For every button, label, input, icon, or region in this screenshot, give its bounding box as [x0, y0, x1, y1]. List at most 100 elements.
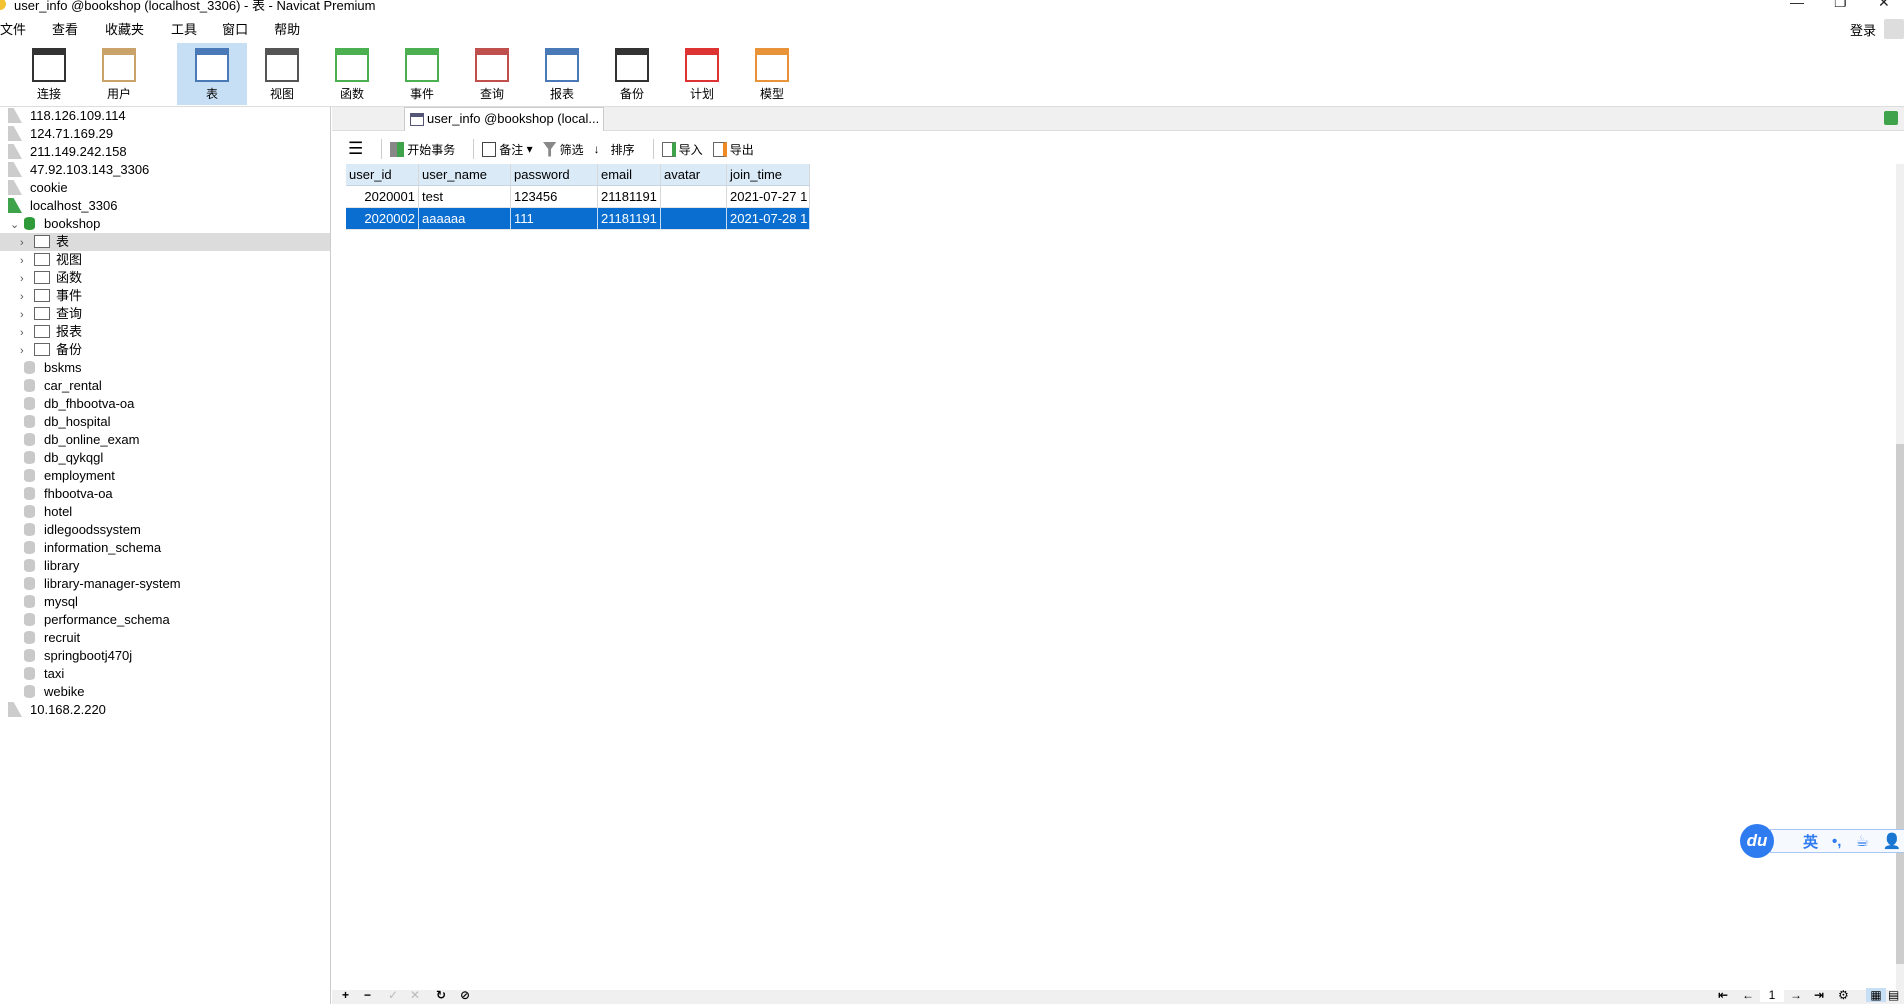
menu-help[interactable]: 帮助	[274, 19, 300, 38]
grid-view-button[interactable]: ▦	[1866, 988, 1886, 1002]
tree-database[interactable]: car_rental	[0, 377, 102, 395]
filter-button[interactable]: 筛选	[542, 141, 584, 158]
tree-database[interactable]: fhbootva-oa	[0, 485, 113, 503]
chevron-right-icon[interactable]: ›	[20, 234, 34, 252]
menu-view[interactable]: 查看	[52, 19, 78, 38]
tree-database[interactable]: employment	[0, 467, 115, 485]
ime-punctuation[interactable]: •,	[1832, 833, 1841, 850]
toolbar-report-button[interactable]: 报表	[527, 43, 597, 105]
row-marker[interactable]	[332, 186, 346, 208]
vertical-scrollbar[interactable]	[1896, 164, 1904, 990]
column-header-email[interactable]: email	[598, 164, 661, 186]
restore-button[interactable]: ❐	[1834, 0, 1847, 9]
table-header[interactable]: user_id user_name password email avatar join_…	[332, 164, 810, 186]
scrollbar-thumb[interactable]	[1896, 444, 1904, 964]
tree-database[interactable]: db_hospital	[0, 413, 111, 431]
discard-button[interactable]: ✕	[410, 988, 420, 1002]
table-cell[interactable]: test	[419, 186, 511, 208]
tree-folder[interactable]: › 查询	[0, 305, 82, 323]
chevron-right-icon[interactable]: ›	[20, 342, 34, 360]
column-header-user_id[interactable]: user_id	[346, 164, 419, 186]
tree-folder[interactable]: › 表	[0, 233, 330, 251]
delete-record-button[interactable]: −	[364, 988, 371, 1002]
import-button[interactable]: 导入	[661, 141, 703, 158]
connection-tree[interactable]: 118.126.109.114 124.71.169.29 211.149.242.…	[0, 107, 331, 1004]
table-row[interactable]: 2020001 test 123456 21181191 2021-07-27 1	[332, 186, 810, 208]
form-view-button[interactable]: ▤	[1888, 988, 1899, 1002]
export-button[interactable]: 导出	[712, 141, 754, 158]
toolbar-backup-button[interactable]: 备份	[597, 43, 667, 105]
minimize-button[interactable]: —	[1790, 0, 1804, 9]
menu-window[interactable]: 窗口	[222, 19, 248, 38]
tree-database-open[interactable]: ⌄ bookshop	[0, 215, 100, 233]
tree-database[interactable]: idlegoodssystem	[0, 521, 141, 539]
ime-bar[interactable]: 英 •, ☕ 👤 ▦	[1770, 829, 1904, 853]
menu-file[interactable]: 文件	[0, 19, 26, 38]
toolbar-user-button[interactable]: 用户	[84, 43, 154, 105]
add-record-button[interactable]: +	[342, 988, 349, 1002]
next-page-button[interactable]: →	[1790, 988, 1802, 1002]
table-cell[interactable]: 21181191	[598, 186, 661, 208]
tree-database[interactable]: db_online_exam	[0, 431, 139, 449]
login-link[interactable]: 登录	[1850, 20, 1876, 39]
table-cell[interactable]: 2021-07-28 1	[727, 208, 810, 230]
ime-cup-icon[interactable]: ☕	[1855, 832, 1868, 850]
tree-server[interactable]: 124.71.169.29	[0, 125, 113, 143]
column-header-password[interactable]: password	[511, 164, 598, 186]
table-cell[interactable]: 21181191	[598, 208, 661, 230]
chevron-right-icon[interactable]: ›	[20, 324, 34, 342]
tree-database[interactable]: recruit	[0, 629, 80, 647]
chevron-right-icon[interactable]: ›	[20, 252, 34, 270]
table-cell[interactable]: 2021-07-27 1	[727, 186, 810, 208]
prev-page-button[interactable]: ←	[1742, 988, 1754, 1002]
toolbar-event-button[interactable]: 事件	[387, 43, 457, 105]
tree-database[interactable]: bskms	[0, 359, 82, 377]
tree-folder[interactable]: › 函数	[0, 269, 82, 287]
tree-server[interactable]: cookie	[0, 179, 68, 197]
avatar[interactable]	[1884, 19, 1904, 39]
current-row-indicator[interactable]: ▸	[332, 208, 346, 230]
column-header-user_name[interactable]: user_name	[419, 164, 511, 186]
toolbar-connection-button[interactable]: 连接	[14, 43, 84, 105]
tree-folder[interactable]: › 事件	[0, 287, 82, 305]
close-button[interactable]: ✕	[1878, 0, 1890, 9]
tree-database[interactable]: mysql	[0, 593, 78, 611]
ime-toolbar[interactable]: 英 •, ☕ 👤 ▦ du	[1740, 824, 1904, 858]
menu-tools[interactable]: 工具	[171, 19, 197, 38]
menu-icon[interactable]: ☰	[348, 139, 363, 159]
first-page-button[interactable]: ⇤	[1718, 988, 1728, 1002]
tab-user-info[interactable]: user_info @bookshop (local...	[404, 107, 604, 131]
tree-database[interactable]: springbootj470j	[0, 647, 132, 665]
tree-server[interactable]: localhost_3306	[0, 197, 117, 215]
tree-database[interactable]: library-manager-system	[0, 575, 181, 593]
table-cell[interactable]: aaaaaa	[419, 208, 511, 230]
tree-folder[interactable]: › 报表	[0, 323, 82, 341]
table-cell[interactable]	[661, 186, 727, 208]
tree-database[interactable]: webike	[0, 683, 84, 701]
tree-folder[interactable]: › 视图	[0, 251, 82, 269]
table-cell[interactable]	[661, 208, 727, 230]
last-page-button[interactable]: ⇥	[1814, 988, 1824, 1002]
tree-database[interactable]: db_fhbootva-oa	[0, 395, 134, 413]
toolbar-query-button[interactable]: 查询	[457, 43, 527, 105]
column-header-join_time[interactable]: join_time	[727, 164, 810, 186]
menu-favorites[interactable]: 收藏夹	[105, 19, 144, 38]
chevron-right-icon[interactable]: ›	[20, 306, 34, 324]
table-cell[interactable]: 111	[511, 208, 598, 230]
toolbar-model-button[interactable]: 模型	[737, 43, 807, 105]
begin-transaction-button[interactable]: 开始事务	[390, 141, 455, 158]
chevron-right-icon[interactable]: ›	[20, 270, 34, 288]
note-button[interactable]: 备注 ▾	[482, 141, 533, 158]
tree-database[interactable]: library	[0, 557, 79, 575]
apply-button[interactable]: ✓	[388, 988, 398, 1002]
refresh-button[interactable]: ↻	[436, 988, 446, 1002]
toolbar-schedule-button[interactable]: 计划	[667, 43, 737, 105]
toolbar-table-button[interactable]: 表	[177, 43, 247, 105]
tree-database[interactable]: hotel	[0, 503, 72, 521]
tree-server[interactable]: 10.168.2.220	[0, 701, 106, 719]
toolbar-view-button[interactable]: 视图	[247, 43, 317, 105]
table-cell[interactable]: 123456	[511, 186, 598, 208]
table-row[interactable]: ▸ 2020002 aaaaaa 111 21181191 2021-07-28 1	[332, 208, 810, 230]
tree-folder[interactable]: › 备份	[0, 341, 82, 359]
toolbar-function-button[interactable]: 函数	[317, 43, 387, 105]
